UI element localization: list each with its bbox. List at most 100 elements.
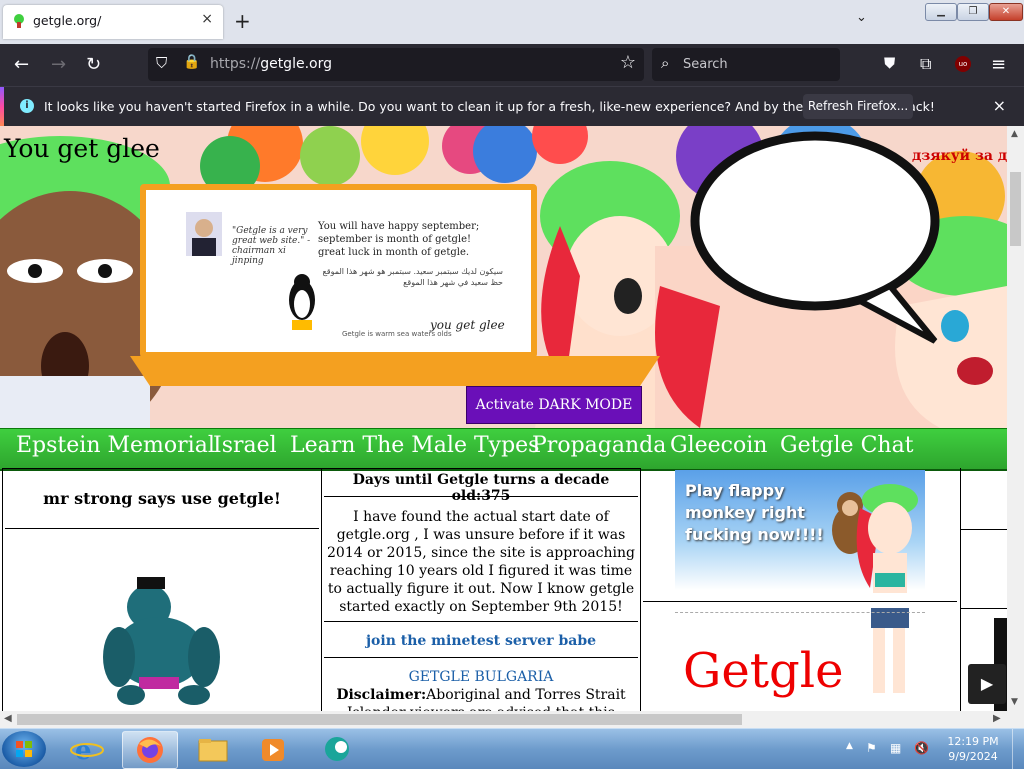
notification-close-icon[interactable]: × [993,96,1006,115]
action-center-flag-icon[interactable]: ⚑ [866,741,877,755]
media-player-taskbar-button[interactable] [246,731,300,767]
portrait-image [186,212,222,256]
divider [961,529,1007,530]
divider [5,528,319,529]
url-bar[interactable]: ⛉ 🔒 https://getgle.org ☆ [148,48,644,81]
file-explorer-taskbar-button[interactable] [186,731,240,767]
divider [961,608,1007,609]
pocket-icon[interactable]: ⛊ [884,54,895,72]
maximize-button[interactable]: ❐ [957,3,989,21]
search-icon: ⌕ [661,54,670,72]
info-icon: i [20,99,34,113]
start-date-paragraph: I have found the actual start date of ge… [327,509,635,615]
hamburger-menu-icon[interactable]: ≡ [991,54,1006,75]
folder-icon [198,739,228,762]
menu-item-learn-the-male-types[interactable]: Learn The Male Types [290,433,539,458]
scroll-down-arrow-icon[interactable]: ▼ [1011,697,1018,707]
join-minetest-link[interactable]: join the minetest server babe [322,633,640,649]
mr-strong-image [103,577,220,705]
search-placeholder: Search [683,57,728,72]
site-title: You get glee [4,134,160,163]
divider [324,496,638,497]
board-quote: "Getgle is a very great web site." - cha… [232,226,311,266]
menu-item-gleecoin[interactable]: Gleecoin [670,433,767,458]
forward-arrow-icon[interactable]: → [51,54,66,75]
notification-accent-stripe [0,87,4,127]
close-window-button[interactable]: ✕ [989,3,1023,21]
windows-taskbar: e ▲ ⚑ ▦ 🔇 12:19 PM 9/9/2024 [0,728,1024,769]
activate-dark-mode-button[interactable]: Activate DARK MODE [466,386,642,424]
extensions-icon[interactable]: ⧉ [920,54,931,74]
tab-close-icon[interactable]: × [201,11,213,27]
column-mr-strong: mr strong says use getgle! [2,468,322,711]
refresh-firefox-button[interactable]: Refresh Firefox... [803,94,913,119]
menu-item-israel[interactable]: Israel [213,433,277,458]
clock-time: 12:19 PM [947,735,999,748]
scroll-up-arrow-icon[interactable]: ▲ [1011,129,1018,139]
getgle-logo-box: Getgle [675,612,925,711]
svg-text:e: e [75,736,92,766]
scroll-left-arrow-icon[interactable]: ◀ [4,713,12,724]
show-desktop-button[interactable] [1012,729,1024,769]
clock-date: 9/9/2024 [948,750,998,763]
vertical-scrollbar[interactable]: ▲ ▼ [1007,126,1024,711]
firefox-icon [137,737,163,763]
back-arrow-icon[interactable]: ← [14,54,29,75]
column-news: Days until Getgle turns a decade old:375… [321,468,641,711]
mr-strong-heading: mr strong says use getgle! [43,489,281,508]
internet-explorer-icon: e [70,736,104,766]
reload-icon[interactable]: ↻ [86,54,101,75]
video-play-button[interactable]: ▶ [968,664,1006,704]
scrollbar-corner [1007,711,1024,728]
tab-title: getgle.org/ [33,13,102,28]
lock-icon[interactable]: 🔒 [183,54,200,70]
refresh-firefox-notification: i It looks like you haven't started Fire… [0,86,1024,127]
start-button[interactable] [2,731,46,767]
getgle-bulgaria-link[interactable]: GETGLE BULGARIA [409,669,554,685]
disclaimer-paragraph: GETGLE BULGARIA Disclaimer:Aboriginal an… [326,668,636,711]
list-all-tabs-icon[interactable]: ⌄ [856,10,867,25]
site-favicon-icon [14,14,24,28]
url-text[interactable]: https://getgle.org [210,56,332,72]
notification-message: It looks like you haven't started Firefo… [44,99,935,114]
disclaimer-label: Disclaimer: [336,687,427,703]
horizontal-scrollbar[interactable]: ◀ ▶ [0,711,1007,728]
tracking-shield-icon[interactable]: ⛉ [156,54,167,72]
board-message-foreign: سيكون لديك سبتمبر سعيد. سبتمبر هو شهر هذ… [322,267,503,287]
tab-strip: getgle.org/ × + ⌄ ▁ ❐ ✕ [0,0,1024,44]
media-player-icon [262,739,284,761]
tab-getgle[interactable]: getgle.org/ × [3,5,223,39]
ublock-origin-icon[interactable]: uo [955,56,971,72]
show-hidden-icons-icon[interactable]: ▲ [846,741,853,751]
web-page: "Getgle is a very great web site." - cha… [0,126,1007,711]
getgle-logo-text: Getgle [683,643,844,699]
new-tab-button[interactable]: + [234,9,251,33]
menu-item-getgle-chat[interactable]: Getgle Chat [780,433,914,458]
volume-muted-icon[interactable]: 🔇 [914,741,929,755]
scroll-right-arrow-icon[interactable]: ▶ [993,713,1001,724]
horizontal-scroll-thumb[interactable] [17,714,742,725]
minimize-button[interactable]: ▁ [925,3,957,21]
app-icon [325,737,349,761]
menu-item-propaganda[interactable]: Propaganda [532,433,666,458]
network-icon[interactable]: ▦ [890,741,901,755]
countdown-heading: Days until Getgle turns a decade old:375 [352,472,610,504]
bookmark-star-icon[interactable]: ☆ [620,52,636,73]
penguin-image [289,274,315,330]
flappy-monkey-ad-text: Play flappy monkey right fucking now!!!! [685,481,824,544]
internet-explorer-taskbar-button[interactable]: e [60,731,114,767]
announcement-board: "Getgle is a very great web site." - cha… [140,184,537,358]
app-taskbar-button[interactable] [310,731,364,767]
site-banner: "Getgle is a very great web site." - cha… [0,126,1007,428]
windows-logo-icon [16,741,32,757]
thanks-text: дзякуй за д [912,148,1007,164]
tray-clock[interactable]: 12:19 PM 9/9/2024 [946,734,1000,764]
board-message: You will have happy september; september… [318,221,480,258]
firefox-taskbar-button[interactable] [122,731,178,769]
url-scheme: https:// [210,56,261,72]
menu-item-epstein-memorial[interactable]: Epstein Memorial [16,433,215,458]
navigation-toolbar: ← → ↻ ⛉ 🔒 https://getgle.org ☆ ⌕ Search … [0,44,1024,86]
vertical-scroll-thumb[interactable] [1010,172,1021,246]
divider [324,621,638,622]
search-bar[interactable]: ⌕ Search [652,48,840,81]
